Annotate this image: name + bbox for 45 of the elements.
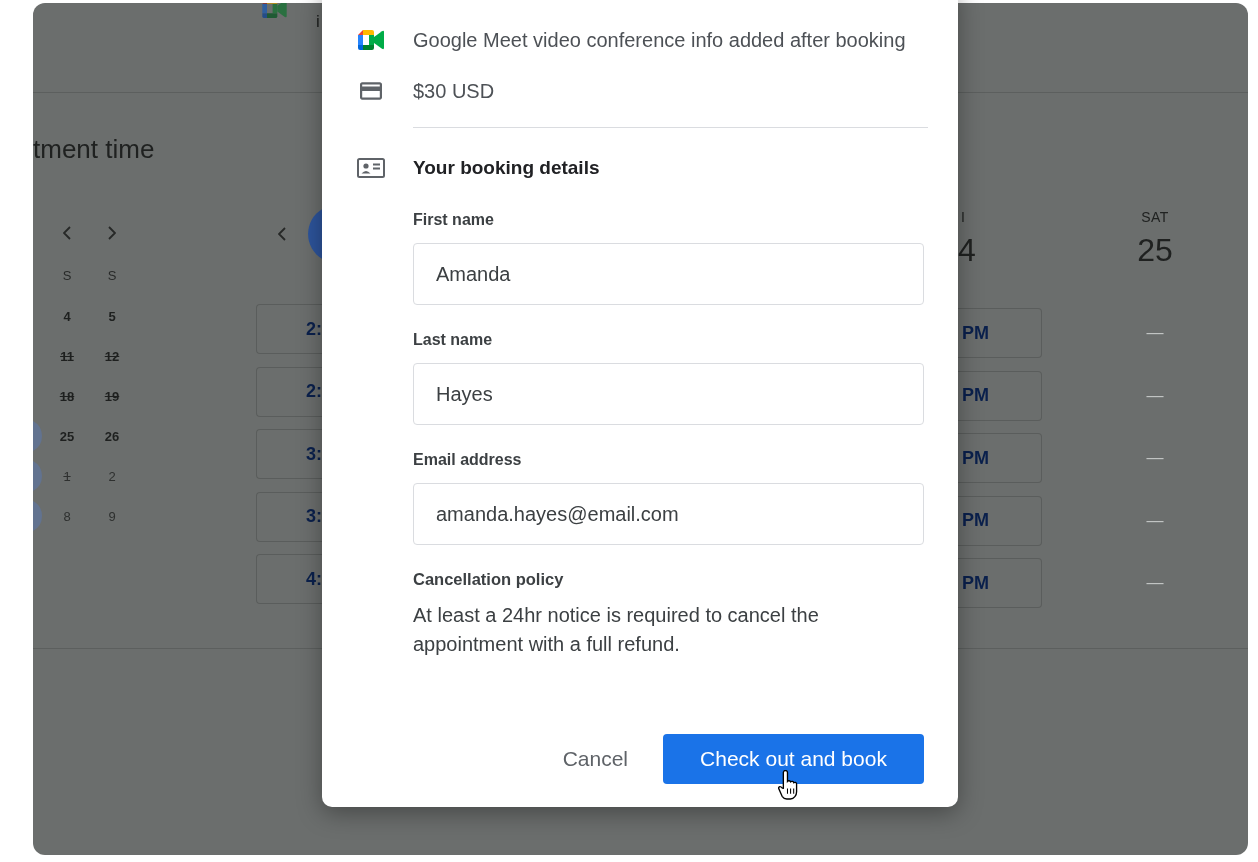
cancel-button[interactable]: Cancel [544, 734, 646, 784]
date-number: 25 [1137, 233, 1173, 267]
calendar-day[interactable]: 9 [108, 508, 116, 524]
checkout-button[interactable]: Check out and book [663, 734, 924, 784]
calendar-day[interactable]: 2 [108, 468, 116, 484]
id-card-icon [357, 158, 385, 178]
policy-text: At least a 24hr notice is required to cancel the appointment with a full refund. [413, 603, 820, 657]
chevron-right-icon[interactable] [108, 226, 116, 240]
page-title: tment time [33, 134, 156, 164]
hand-cursor-icon [778, 770, 798, 800]
no-times-dash: — [1146, 448, 1164, 468]
calendar-day[interactable]: 11 [60, 348, 74, 364]
calendar-day[interactable]: 5 [108, 308, 116, 324]
no-times-dash: — [1146, 323, 1164, 343]
field-label: Email address [413, 450, 523, 470]
weekday-label: S [107, 267, 117, 283]
date-number: 4 [958, 233, 977, 267]
text-input[interactable]: Hayes [413, 363, 924, 425]
credit-card-icon [360, 82, 382, 100]
no-times-dash: — [1146, 385, 1164, 406]
meeting-info-text: Google Meet video conference info added after booking [413, 28, 906, 52]
section-heading: Your booking details [413, 157, 600, 179]
calendar-day[interactable]: 12 [104, 348, 120, 364]
chevron-left-icon[interactable] [63, 226, 71, 240]
header-text: i [316, 12, 320, 32]
policy-heading: Cancellation policy [413, 569, 565, 589]
video-camera-icon [262, 3, 287, 18]
calendar-day[interactable]: 18 [59, 388, 75, 404]
text-input[interactable]: Amanda [413, 243, 924, 305]
video-camera-icon [358, 30, 384, 50]
calendar-day[interactable]: 8 [63, 508, 71, 524]
no-times-dash: — [1146, 573, 1164, 593]
calendar-day[interactable]: 25 [59, 428, 75, 444]
calendar-day[interactable]: 1 [63, 468, 71, 484]
weekday-label: SAT [1141, 208, 1169, 226]
calendar-day[interactable]: 4 [63, 308, 71, 324]
weekday-label: S [62, 267, 72, 283]
text-input[interactable]: amanda.hayes@email.com [413, 483, 924, 545]
field-label: First name [413, 210, 495, 230]
chevron-left-icon[interactable] [278, 227, 286, 241]
field-label: Last name [413, 330, 494, 350]
no-times-dash: — [1146, 510, 1164, 531]
price-text: $30 USD [413, 79, 495, 103]
calendar-day[interactable]: 26 [104, 428, 120, 444]
calendar-day[interactable]: 19 [104, 388, 120, 404]
